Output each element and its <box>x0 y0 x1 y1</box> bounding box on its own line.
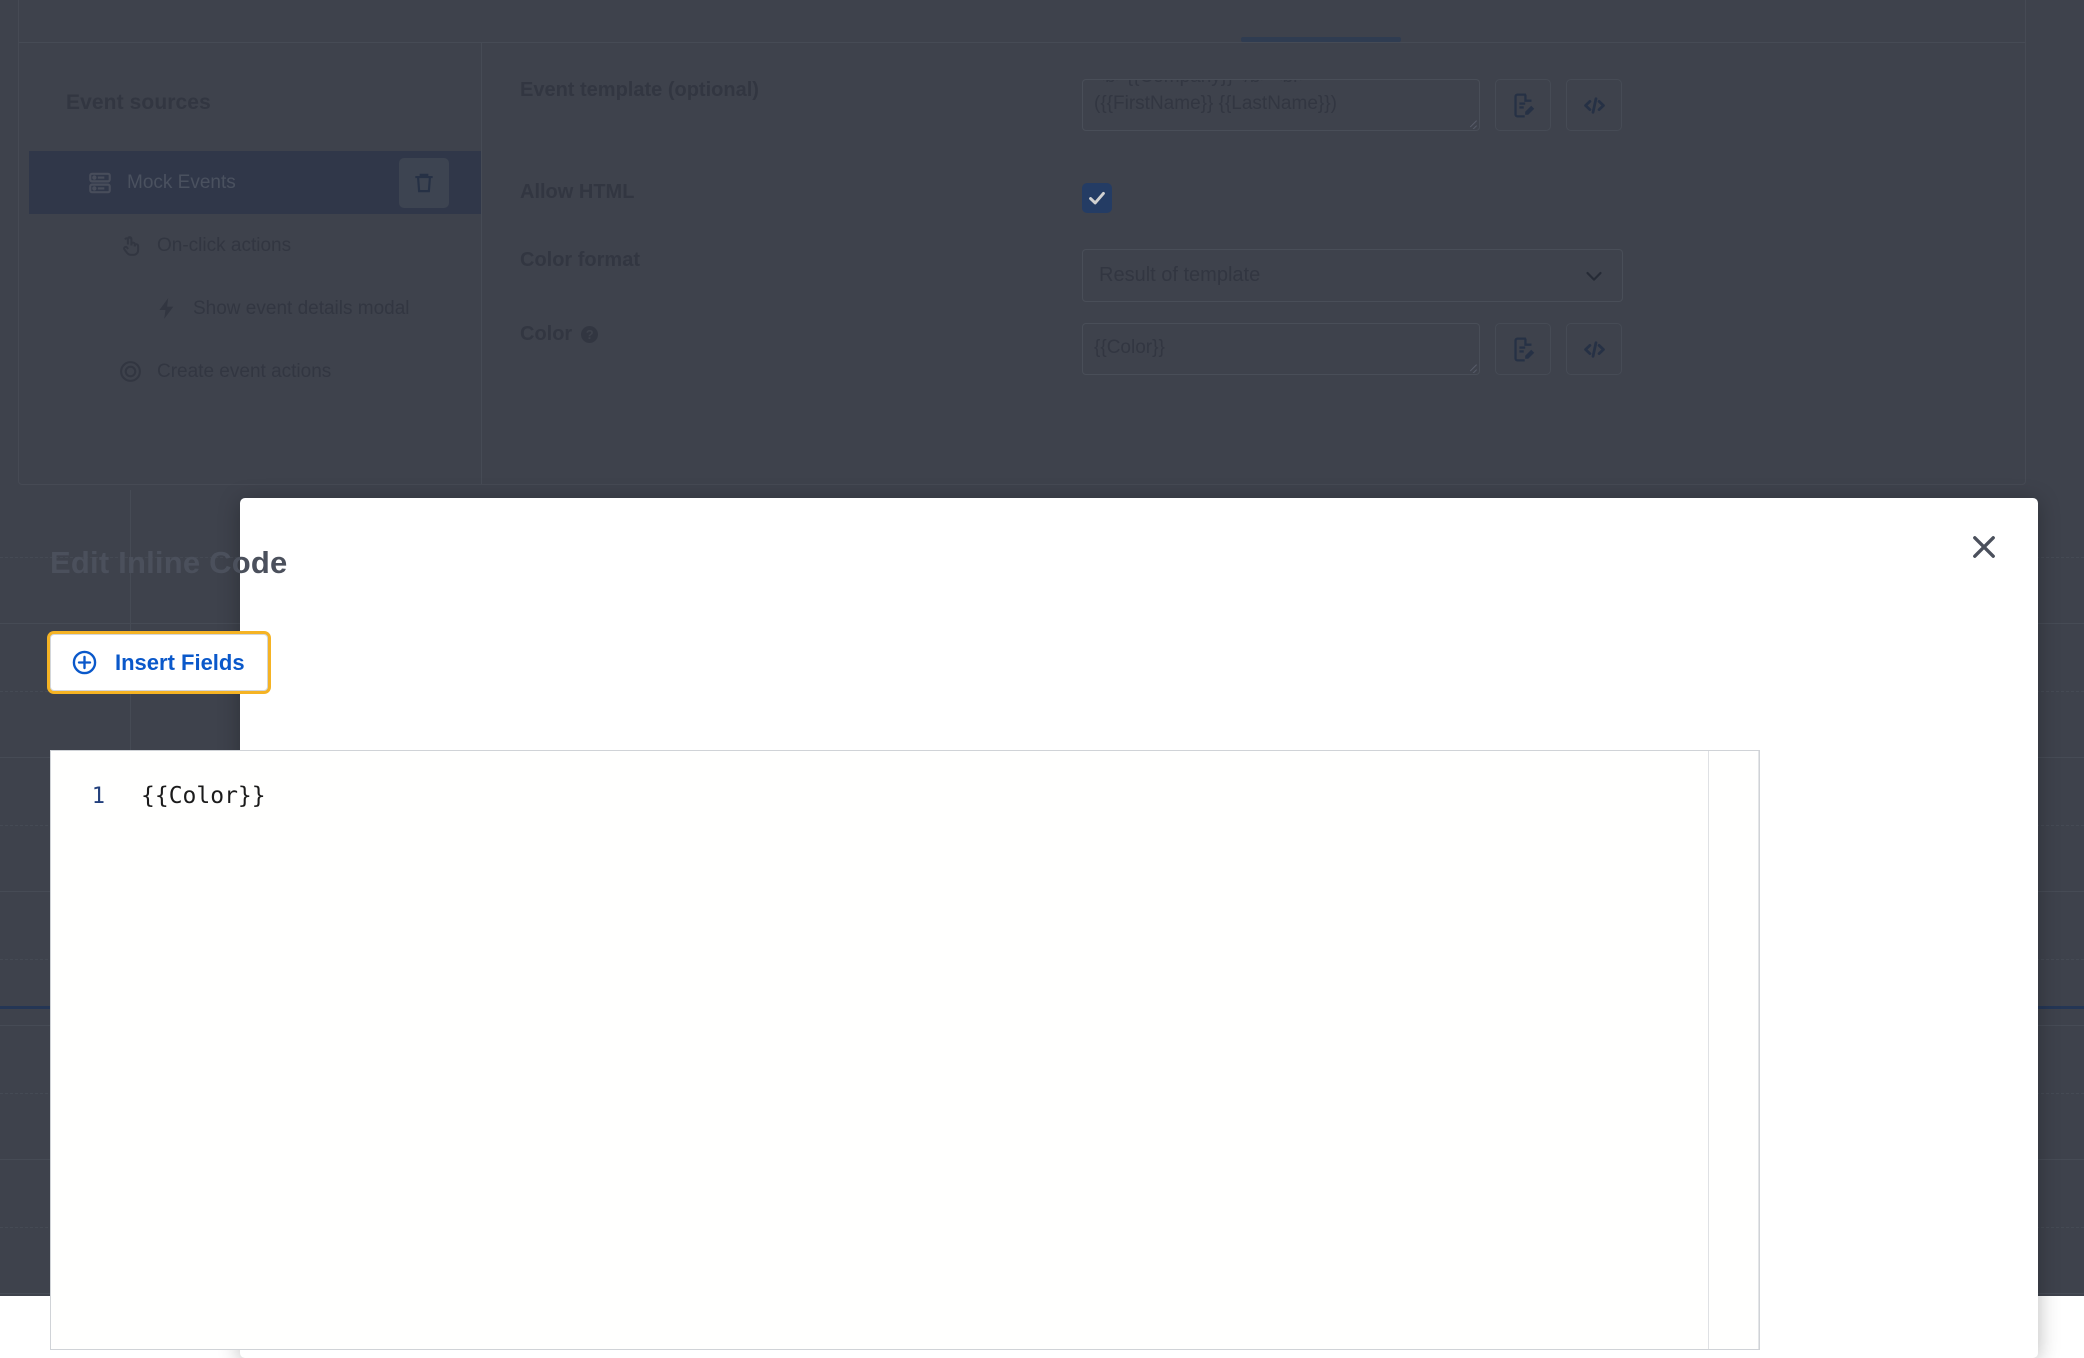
close-icon[interactable] <box>1960 523 2008 571</box>
editor-minimap[interactable] <box>1708 751 1709 1349</box>
insert-fields-button[interactable]: Insert Fields <box>50 634 268 691</box>
editor-line-number-gutter: 1 <box>51 751 119 1349</box>
modal-title: Edit Inline Code <box>50 545 288 580</box>
plus-circle-icon <box>71 649 98 676</box>
insert-fields-label: Insert Fields <box>115 649 245 675</box>
inline-code-editor[interactable]: 1 {{Color}} <box>50 750 1760 1350</box>
editor-scrollbar[interactable] <box>1758 751 1759 1349</box>
editor-line-number: 1 <box>91 784 105 809</box>
editor-code-line: {{Color}} <box>141 783 266 809</box>
